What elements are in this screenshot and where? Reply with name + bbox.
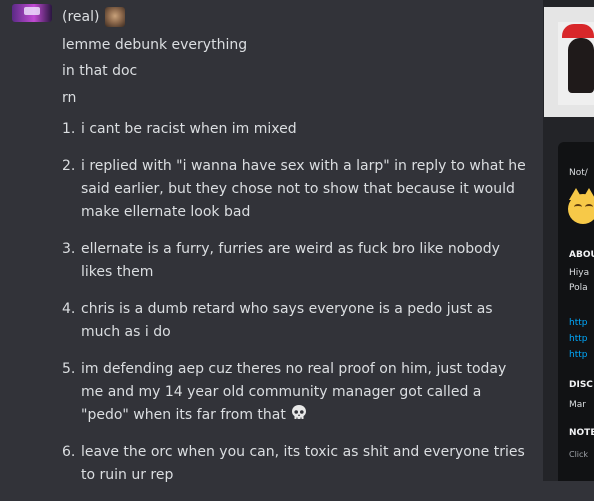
profile-sidebar: Not/ ABOU Hiya Pola http http http DISC …: [543, 0, 594, 481]
cat-emoji-icon: [568, 188, 594, 224]
user-avatar[interactable]: [12, 4, 52, 22]
list-text: i cant be racist when im mixed: [81, 121, 297, 137]
note-heading: NOTE: [569, 428, 594, 438]
cat-picture: [568, 38, 594, 93]
list-number: 6.: [62, 444, 76, 460]
message-line: in that doc: [62, 63, 138, 79]
list-number: 4.: [62, 301, 76, 317]
face-emoji-icon: [105, 7, 126, 27]
list-text: leave the orc when you can, its toxic as…: [81, 444, 525, 483]
message-header-text: (real): [62, 9, 100, 25]
message-line: lemme debunk everything: [62, 37, 248, 53]
profile-panel: Not/ ABOU Hiya Pola http http http DISC …: [558, 142, 594, 481]
message-header: (real): [62, 7, 126, 27]
list-text: chris is a dumb retard who says everyone…: [81, 301, 493, 340]
list-item: 1. i cant be racist when im mixed: [62, 118, 532, 141]
chat-area: (real) lemme debunk everything in that d…: [0, 0, 543, 483]
about-heading: ABOU: [569, 250, 594, 260]
list-item: 2. i replied with "i wanna have sex with…: [62, 155, 532, 224]
profile-banner: [544, 7, 594, 117]
profile-picture[interactable]: [558, 22, 594, 105]
santa-hat-icon: [562, 24, 594, 38]
list-item: 4. chris is a dumb retard who says every…: [62, 298, 532, 344]
profile-link[interactable]: http: [569, 334, 587, 344]
member-since-date: Mar: [569, 400, 586, 410]
note-input[interactable]: Click: [569, 450, 588, 459]
list-number: 3.: [62, 241, 76, 257]
skull-emoji-icon: [291, 405, 306, 419]
list-text: ellernate is a furry, furries are weird …: [81, 241, 500, 280]
list-item: 5. im defending aep cuz theres no real p…: [62, 358, 532, 427]
profile-link[interactable]: http: [569, 318, 587, 328]
list-text: i replied with "i wanna have sex with a …: [81, 158, 526, 220]
list-number: 2.: [62, 158, 76, 174]
about-text: Pola: [569, 283, 588, 293]
message-line: rn: [62, 90, 77, 106]
message-list: 1. i cant be racist when im mixed 2. i r…: [62, 118, 532, 501]
profile-link[interactable]: http: [569, 350, 587, 360]
list-item: 6. leave the orc when you can, its toxic…: [62, 441, 532, 487]
member-since-heading: DISC: [569, 380, 593, 390]
about-text: Hiya: [569, 268, 590, 278]
list-item: 3. ellernate is a furry, furries are wei…: [62, 238, 532, 284]
list-number: 5.: [62, 361, 76, 377]
profile-status: Not/: [569, 168, 588, 178]
list-number: 1.: [62, 121, 76, 137]
